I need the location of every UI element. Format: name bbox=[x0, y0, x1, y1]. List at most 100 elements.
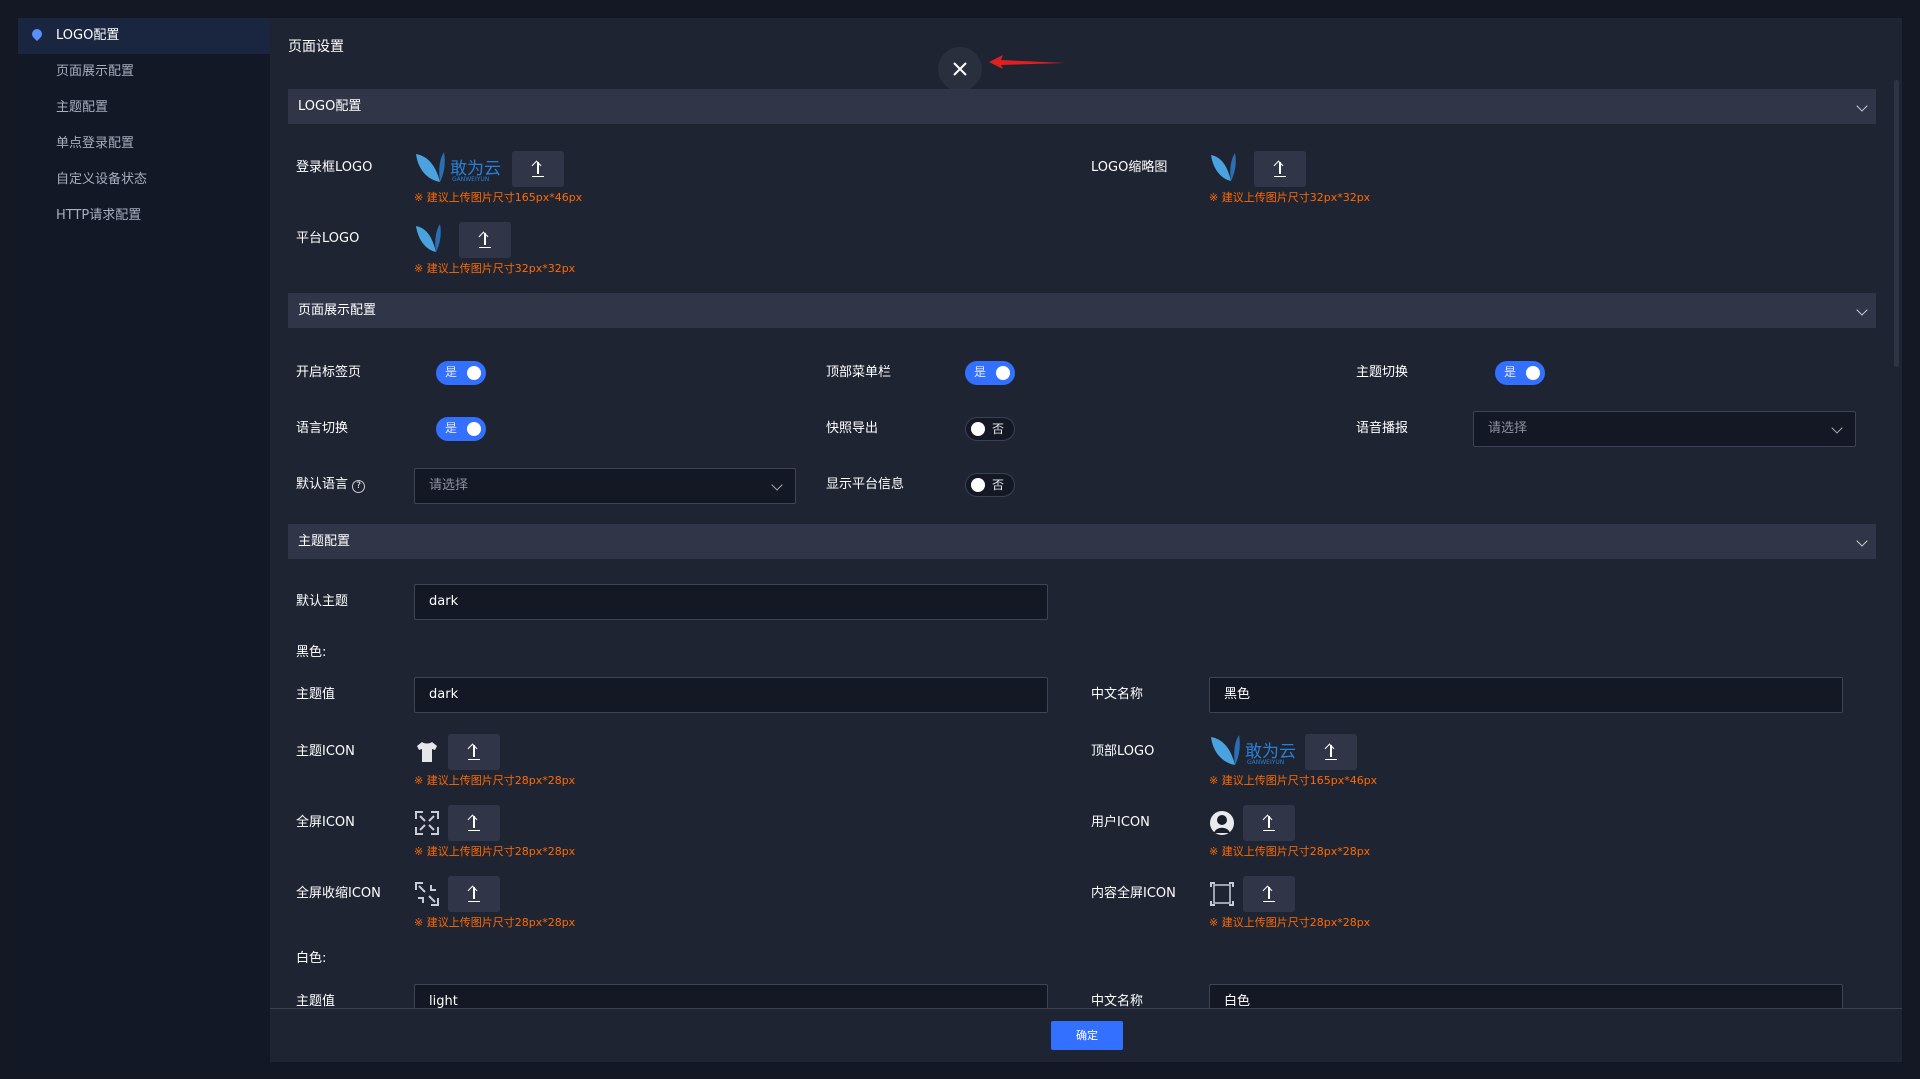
butterfly-icon bbox=[1211, 153, 1236, 181]
upload-theme-icon-button[interactable] bbox=[448, 734, 500, 770]
black-theme-value-input[interactable]: dark bbox=[414, 677, 1048, 713]
chevron-down-icon bbox=[771, 479, 783, 491]
upload-icon bbox=[484, 233, 486, 245]
label-default-lang: 默认语言 ? bbox=[296, 475, 366, 495]
select-placeholder: 请选择 bbox=[429, 478, 469, 493]
black-cn-name-input[interactable]: 黑色 bbox=[1209, 677, 1843, 713]
sidebar-item-device-status[interactable]: 自定义设备状态 bbox=[18, 162, 270, 198]
label-exit-fullscreen-icon: 全屏收缩ICON bbox=[296, 886, 381, 901]
butterfly-icon bbox=[1211, 735, 1240, 765]
select-placeholder: 请选择 bbox=[1488, 421, 1528, 436]
top-logo-image: 敢为云 GANWEIYUN bbox=[1209, 733, 1299, 769]
chevron-down-icon bbox=[1856, 100, 1868, 112]
upload-content-fullscreen-icon-button[interactable] bbox=[1243, 876, 1295, 912]
label-snapshot: 快照导出 bbox=[826, 421, 879, 436]
upload-icon bbox=[1268, 816, 1270, 828]
hint-text: ※ 建议上传图片尺寸28px*28px bbox=[1209, 845, 1371, 858]
label-theme-value: 主题值 bbox=[296, 994, 336, 1008]
toggle-text: 否 bbox=[992, 478, 1005, 492]
label-default-theme: 默认主题 bbox=[296, 594, 349, 609]
theme-switch-toggle[interactable]: 是 bbox=[1495, 361, 1545, 385]
section-header-theme[interactable]: 主题配置 bbox=[288, 524, 1876, 559]
shirt-icon bbox=[417, 742, 437, 762]
white-theme-value-input[interactable]: light bbox=[414, 984, 1048, 1008]
label-top-logo: 顶部LOGO bbox=[1091, 744, 1155, 759]
fullscreen-icon bbox=[415, 811, 439, 835]
label-cn-name: 中文名称 bbox=[1091, 994, 1144, 1008]
toggle-text: 是 bbox=[445, 365, 458, 379]
section-title: 主题配置 bbox=[298, 534, 351, 549]
toggle-text: 是 bbox=[974, 365, 987, 379]
brand-subtext: GANWEIYUN bbox=[1247, 759, 1285, 766]
default-theme-input[interactable]: dark bbox=[414, 584, 1048, 620]
chevron-down-icon bbox=[1856, 304, 1868, 316]
hint-text: ※ 建议上传图片尺寸32px*32px bbox=[1209, 191, 1371, 204]
sidebar-item-label: LOGO配置 bbox=[56, 28, 120, 43]
upload-user-icon-button[interactable] bbox=[1243, 805, 1295, 841]
help-icon[interactable]: ? bbox=[352, 480, 366, 493]
sidebar-item-theme[interactable]: 主题配置 bbox=[18, 90, 270, 126]
upload-logo-thumb-button[interactable] bbox=[1254, 151, 1306, 187]
tabs-toggle[interactable]: 是 bbox=[436, 361, 486, 385]
hint-text: ※ 建议上传图片尺寸28px*28px bbox=[414, 845, 576, 858]
upload-icon bbox=[1279, 162, 1281, 174]
upload-icon bbox=[1268, 887, 1270, 899]
upload-icon bbox=[473, 887, 475, 899]
label-content-fullscreen-icon: 内容全屏ICON bbox=[1091, 886, 1176, 901]
upload-icon bbox=[473, 745, 475, 757]
exit-fullscreen-icon bbox=[415, 882, 439, 906]
location-pin-icon bbox=[29, 26, 45, 42]
confirm-button[interactable]: 确定 bbox=[1051, 1021, 1123, 1050]
upload-fullscreen-icon-button[interactable] bbox=[448, 805, 500, 841]
hint-text: ※ 建议上传图片尺寸28px*28px bbox=[414, 774, 576, 787]
sidebar-item-page-display[interactable]: 页面展示配置 bbox=[18, 54, 270, 90]
hint-text: ※ 建议上传图片尺寸165px*46px bbox=[414, 191, 583, 204]
upload-top-logo-button[interactable] bbox=[1305, 734, 1357, 770]
label-theme-icon: 主题ICON bbox=[296, 744, 355, 759]
upload-login-logo-button[interactable] bbox=[512, 151, 564, 187]
label-voice: 语音播报 bbox=[1356, 421, 1409, 436]
hint-text: ※ 建议上传图片尺寸165px*46px bbox=[1209, 774, 1378, 787]
sidebar-item-sso[interactable]: 单点登录配置 bbox=[18, 126, 270, 162]
content-fullscreen-icon bbox=[1210, 882, 1234, 906]
label-cn-name: 中文名称 bbox=[1091, 687, 1144, 702]
label-top-menu: 顶部菜单栏 bbox=[826, 365, 892, 380]
label-theme-switch: 主题切换 bbox=[1356, 365, 1409, 380]
upload-exit-fullscreen-icon-button[interactable] bbox=[448, 876, 500, 912]
platform-info-toggle[interactable]: 否 bbox=[965, 473, 1015, 497]
label-theme-value: 主题值 bbox=[296, 687, 336, 702]
hint-text: ※ 建议上传图片尺寸28px*28px bbox=[1209, 916, 1371, 929]
sidebar-item-http[interactable]: HTTP请求配置 bbox=[18, 198, 270, 234]
white-cn-name-input[interactable]: 白色 bbox=[1209, 984, 1843, 1008]
default-lang-select[interactable]: 请选择 bbox=[414, 468, 796, 504]
login-logo-image: 敢为云 GANWEIYUN bbox=[414, 150, 504, 186]
label-logo-thumb: LOGO缩略图 bbox=[1091, 160, 1168, 175]
section-title: 页面展示配置 bbox=[298, 303, 377, 318]
label-white: 白色: bbox=[296, 951, 327, 966]
section-header-logo[interactable]: LOGO配置 bbox=[288, 89, 1876, 124]
label-fullscreen-icon: 全屏ICON bbox=[296, 815, 355, 830]
sidebar: LOGO配置 页面展示配置 主题配置 单点登录配置 自定义设备状态 HTTP请求… bbox=[18, 18, 270, 1062]
voice-select[interactable]: 请选择 bbox=[1473, 411, 1856, 447]
top-menu-toggle[interactable]: 是 bbox=[965, 361, 1015, 385]
footer: 确定 bbox=[270, 1008, 1902, 1062]
hint-text: ※ 建议上传图片尺寸28px*28px bbox=[414, 916, 576, 929]
user-avatar-icon bbox=[1210, 811, 1234, 835]
chevron-down-icon bbox=[1856, 535, 1868, 547]
snapshot-toggle[interactable]: 否 bbox=[965, 417, 1015, 441]
label-text: 默认语言 bbox=[296, 477, 349, 492]
butterfly-icon bbox=[416, 152, 445, 182]
upload-icon bbox=[1330, 745, 1332, 757]
upload-icon bbox=[473, 816, 475, 828]
lang-switch-toggle[interactable]: 是 bbox=[436, 417, 486, 441]
section-header-page-display[interactable]: 页面展示配置 bbox=[288, 293, 1876, 328]
sidebar-item-logo[interactable]: LOGO配置 bbox=[18, 18, 270, 54]
chevron-down-icon bbox=[1831, 422, 1843, 434]
scroll-content: LOGO配置 登录框LOGO 敢为云 GANWEIYUN ※ 建议上传图片尺寸1… bbox=[270, 18, 1890, 1008]
hint-text: ※ 建议上传图片尺寸32px*32px bbox=[414, 262, 576, 275]
upload-platform-logo-button[interactable] bbox=[459, 222, 511, 258]
label-lang-switch: 语言切换 bbox=[296, 421, 349, 436]
scrollbar-thumb[interactable] bbox=[1894, 80, 1899, 367]
toggle-text: 否 bbox=[992, 422, 1005, 436]
label-login-logo: 登录框LOGO bbox=[296, 160, 373, 175]
